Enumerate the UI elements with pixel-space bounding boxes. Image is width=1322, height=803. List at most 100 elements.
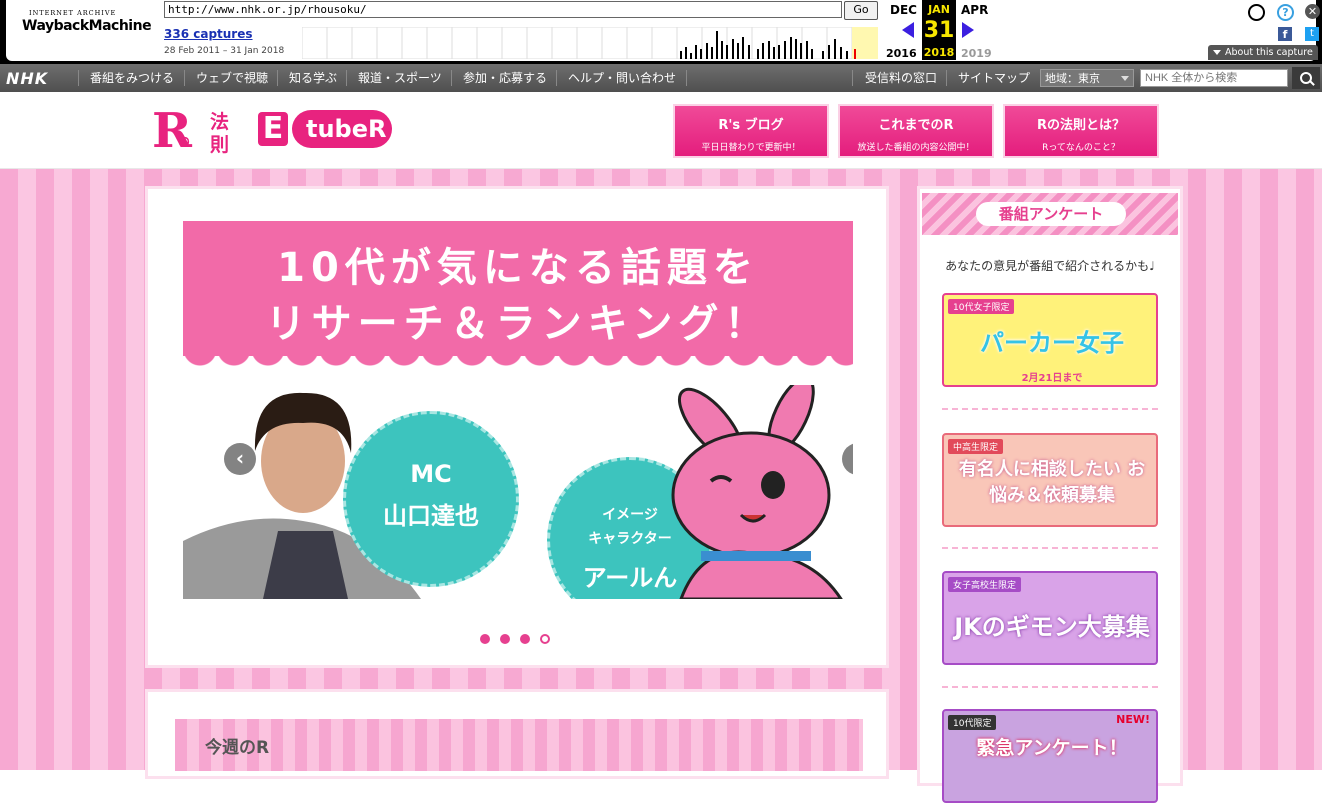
wayback-logo-main: WaybackMachine — [22, 18, 152, 34]
logo-no: の — [178, 135, 191, 149]
survey-card-parka[interactable]: 10代女子限定 パーカー女子 2月21日まで — [942, 293, 1158, 387]
survey-card-title: JKのギモン大募集 — [954, 613, 1150, 641]
year-prev[interactable]: 2016 — [886, 47, 917, 60]
survey-header: 番組アンケート — [922, 193, 1178, 235]
about-button[interactable]: Rの法則とは？ Rってなんのこと？ — [1003, 104, 1159, 158]
user-icon[interactable] — [1248, 4, 1265, 21]
survey-title: 番組アンケート — [976, 202, 1126, 226]
wayback-toolbar-panel: INTERNET ARCHIVE WaybackMachine Go 336 c… — [6, 0, 1320, 61]
wayback-logo-top: INTERNET ARCHIVE — [29, 9, 117, 17]
nav-divider — [184, 70, 185, 86]
archive-button-title: これまでのR — [878, 118, 954, 133]
slider-dot[interactable] — [480, 634, 490, 644]
wayback-toolbar: INTERNET ARCHIVE WaybackMachine Go 336 c… — [0, 0, 1322, 64]
nav-item-fee-window[interactable]: 受信料の窓口 — [865, 64, 937, 92]
wayback-logo[interactable]: INTERNET ARCHIVE WaybackMachine — [20, 7, 152, 51]
wayback-go-button[interactable]: Go — [844, 1, 878, 20]
nav-divider — [946, 70, 947, 86]
year-next: 2019 — [961, 47, 992, 60]
nav-divider — [556, 70, 557, 86]
slider-dot[interactable] — [520, 634, 530, 644]
weekly-section: 今週のR — [145, 689, 889, 779]
survey-card-title: パーカー女子 — [980, 329, 1124, 357]
survey-card-tag: 女子高校生限定 — [948, 577, 1022, 592]
survey-card-jk[interactable]: 女子高校生限定 JKのギモン大募集 — [942, 571, 1158, 665]
facebook-icon[interactable]: f — [1278, 27, 1292, 41]
current-month-block: JAN 31 2018 — [922, 0, 956, 60]
hero-scallop-edge — [183, 349, 853, 373]
logo2-tube: tubeR — [292, 110, 392, 148]
capture-sparkline[interactable] — [302, 27, 878, 59]
rabbit-character-illustration — [671, 385, 843, 599]
page-header: R の 法 則 E tubeR R's ブログ 平日日替わりで更新中！ これまで… — [0, 92, 1322, 168]
month-navigator: DEC JAN 31 2018 APR 2016 2019 — [886, 0, 996, 60]
blog-button-sub: 平日日替わりで更新中！ — [701, 143, 801, 153]
nav-item-participate[interactable]: 参加・応募する — [463, 64, 547, 92]
e-tuber-logo[interactable]: E tubeR — [258, 108, 394, 150]
slider-pagination — [480, 634, 560, 646]
nhk-global-nav: NHK 番組をみつける ウェブで視聴 知る学ぶ 報道・スポーツ 参加・応募する … — [0, 64, 1322, 92]
day-current: 31 — [923, 18, 955, 43]
mc-name: 山口達也 — [383, 502, 479, 530]
logo-kanji-2: 則 — [210, 134, 230, 156]
nav-item-help[interactable]: ヘルプ・問い合わせ — [568, 64, 676, 92]
twitter-icon[interactable]: t — [1305, 27, 1319, 41]
survey-card-tag: 10代限定 — [948, 715, 997, 730]
prev-capture-arrow-icon[interactable] — [902, 22, 914, 38]
main-content: 10代が気になる話題を リサーチ＆ランキング！ MC 山口達也 イメージ キャラ… — [0, 168, 1322, 803]
nhk-search-input[interactable] — [1140, 69, 1288, 87]
nav-item-sitemap[interactable]: サイトマップ — [958, 64, 1030, 92]
weekly-title: 今週のR — [205, 738, 270, 758]
month-prev[interactable]: DEC — [890, 3, 917, 17]
survey-card-deadline: 2月21日まで — [1021, 373, 1083, 384]
nav-item-find-programs[interactable]: 番組をみつける — [90, 64, 174, 92]
blog-button-title: R's ブログ — [718, 118, 784, 133]
hero-slide[interactable]: 10代が気になる話題を リサーチ＆ランキング！ MC 山口達也 イメージ キャラ… — [183, 221, 853, 599]
captures-range: 28 Feb 2011 – 31 Jan 2018 — [164, 46, 285, 56]
logo2-e: E — [258, 112, 288, 146]
mc-label: MC — [410, 460, 452, 488]
new-badge: NEW! — [1116, 713, 1150, 726]
close-icon[interactable]: ✕ — [1305, 4, 1320, 19]
nav-item-news-sports[interactable]: 報道・スポーツ — [358, 64, 442, 92]
card-divider — [942, 686, 1158, 688]
card-divider — [942, 408, 1158, 410]
hero-slider-panel: 10代が気になる話題を リサーチ＆ランキング！ MC 山口達也 イメージ キャラ… — [145, 186, 889, 668]
logo-r: R — [152, 103, 192, 159]
current-capture-bar — [854, 49, 856, 59]
month-current: JAN — [928, 3, 950, 16]
nhk-logo[interactable]: NHK — [6, 69, 48, 88]
archive-button[interactable]: これまでのR 放送した番組の内容公開中！ — [838, 104, 994, 158]
archive-button-sub: 放送した番組の内容公開中！ — [857, 143, 975, 153]
next-capture-arrow-icon[interactable] — [962, 22, 974, 38]
about-button-title: Rの法則とは？ — [1036, 118, 1125, 133]
slider-dot[interactable] — [500, 634, 510, 644]
weekly-header: 今週のR — [175, 719, 863, 771]
survey-card-consult[interactable]: 中高生限定 有名人に相談したい お悩み＆依頼募集 — [942, 433, 1158, 527]
captures-link[interactable]: 336 captures — [164, 27, 253, 41]
wayback-url-input[interactable] — [164, 1, 842, 18]
about-capture-button[interactable]: About this capture — [1208, 45, 1318, 60]
blog-button[interactable]: R's ブログ 平日日替わりで更新中！ — [673, 104, 829, 158]
slider-dot[interactable] — [540, 634, 550, 644]
r-no-housoku-logo[interactable]: R の 法 則 — [152, 103, 242, 159]
nav-item-watch-web[interactable]: ウェブで視聴 — [196, 64, 268, 92]
region-select[interactable]: 地域：東京 — [1040, 69, 1134, 87]
capture-bars — [680, 31, 848, 59]
hero-headline-2: リサーチ＆ランキング！ — [265, 301, 771, 347]
year-current: 2018 — [923, 46, 955, 59]
slider-prev-button[interactable]: ‹ — [224, 443, 256, 475]
nav-divider — [78, 70, 79, 86]
nav-item-learn[interactable]: 知る学ぶ — [289, 64, 337, 92]
about-capture-label: About this capture — [1225, 47, 1313, 58]
survey-card-title: 有名人に相談したい お悩み＆依頼募集 — [958, 459, 1146, 506]
survey-card-title: 緊急アンケート！ — [976, 737, 1128, 759]
survey-card-urgent[interactable]: 10代限定 NEW! 緊急アンケート！ — [942, 709, 1158, 803]
chevron-down-icon — [1213, 50, 1221, 55]
month-next[interactable]: APR — [961, 3, 988, 17]
chevron-down-icon — [1121, 76, 1129, 81]
search-button[interactable] — [1292, 67, 1320, 89]
nav-divider — [346, 70, 347, 86]
help-icon[interactable]: ? — [1277, 4, 1294, 21]
survey-intro: あなたの意見が番組で紹介されるかも♩ — [945, 259, 1155, 273]
